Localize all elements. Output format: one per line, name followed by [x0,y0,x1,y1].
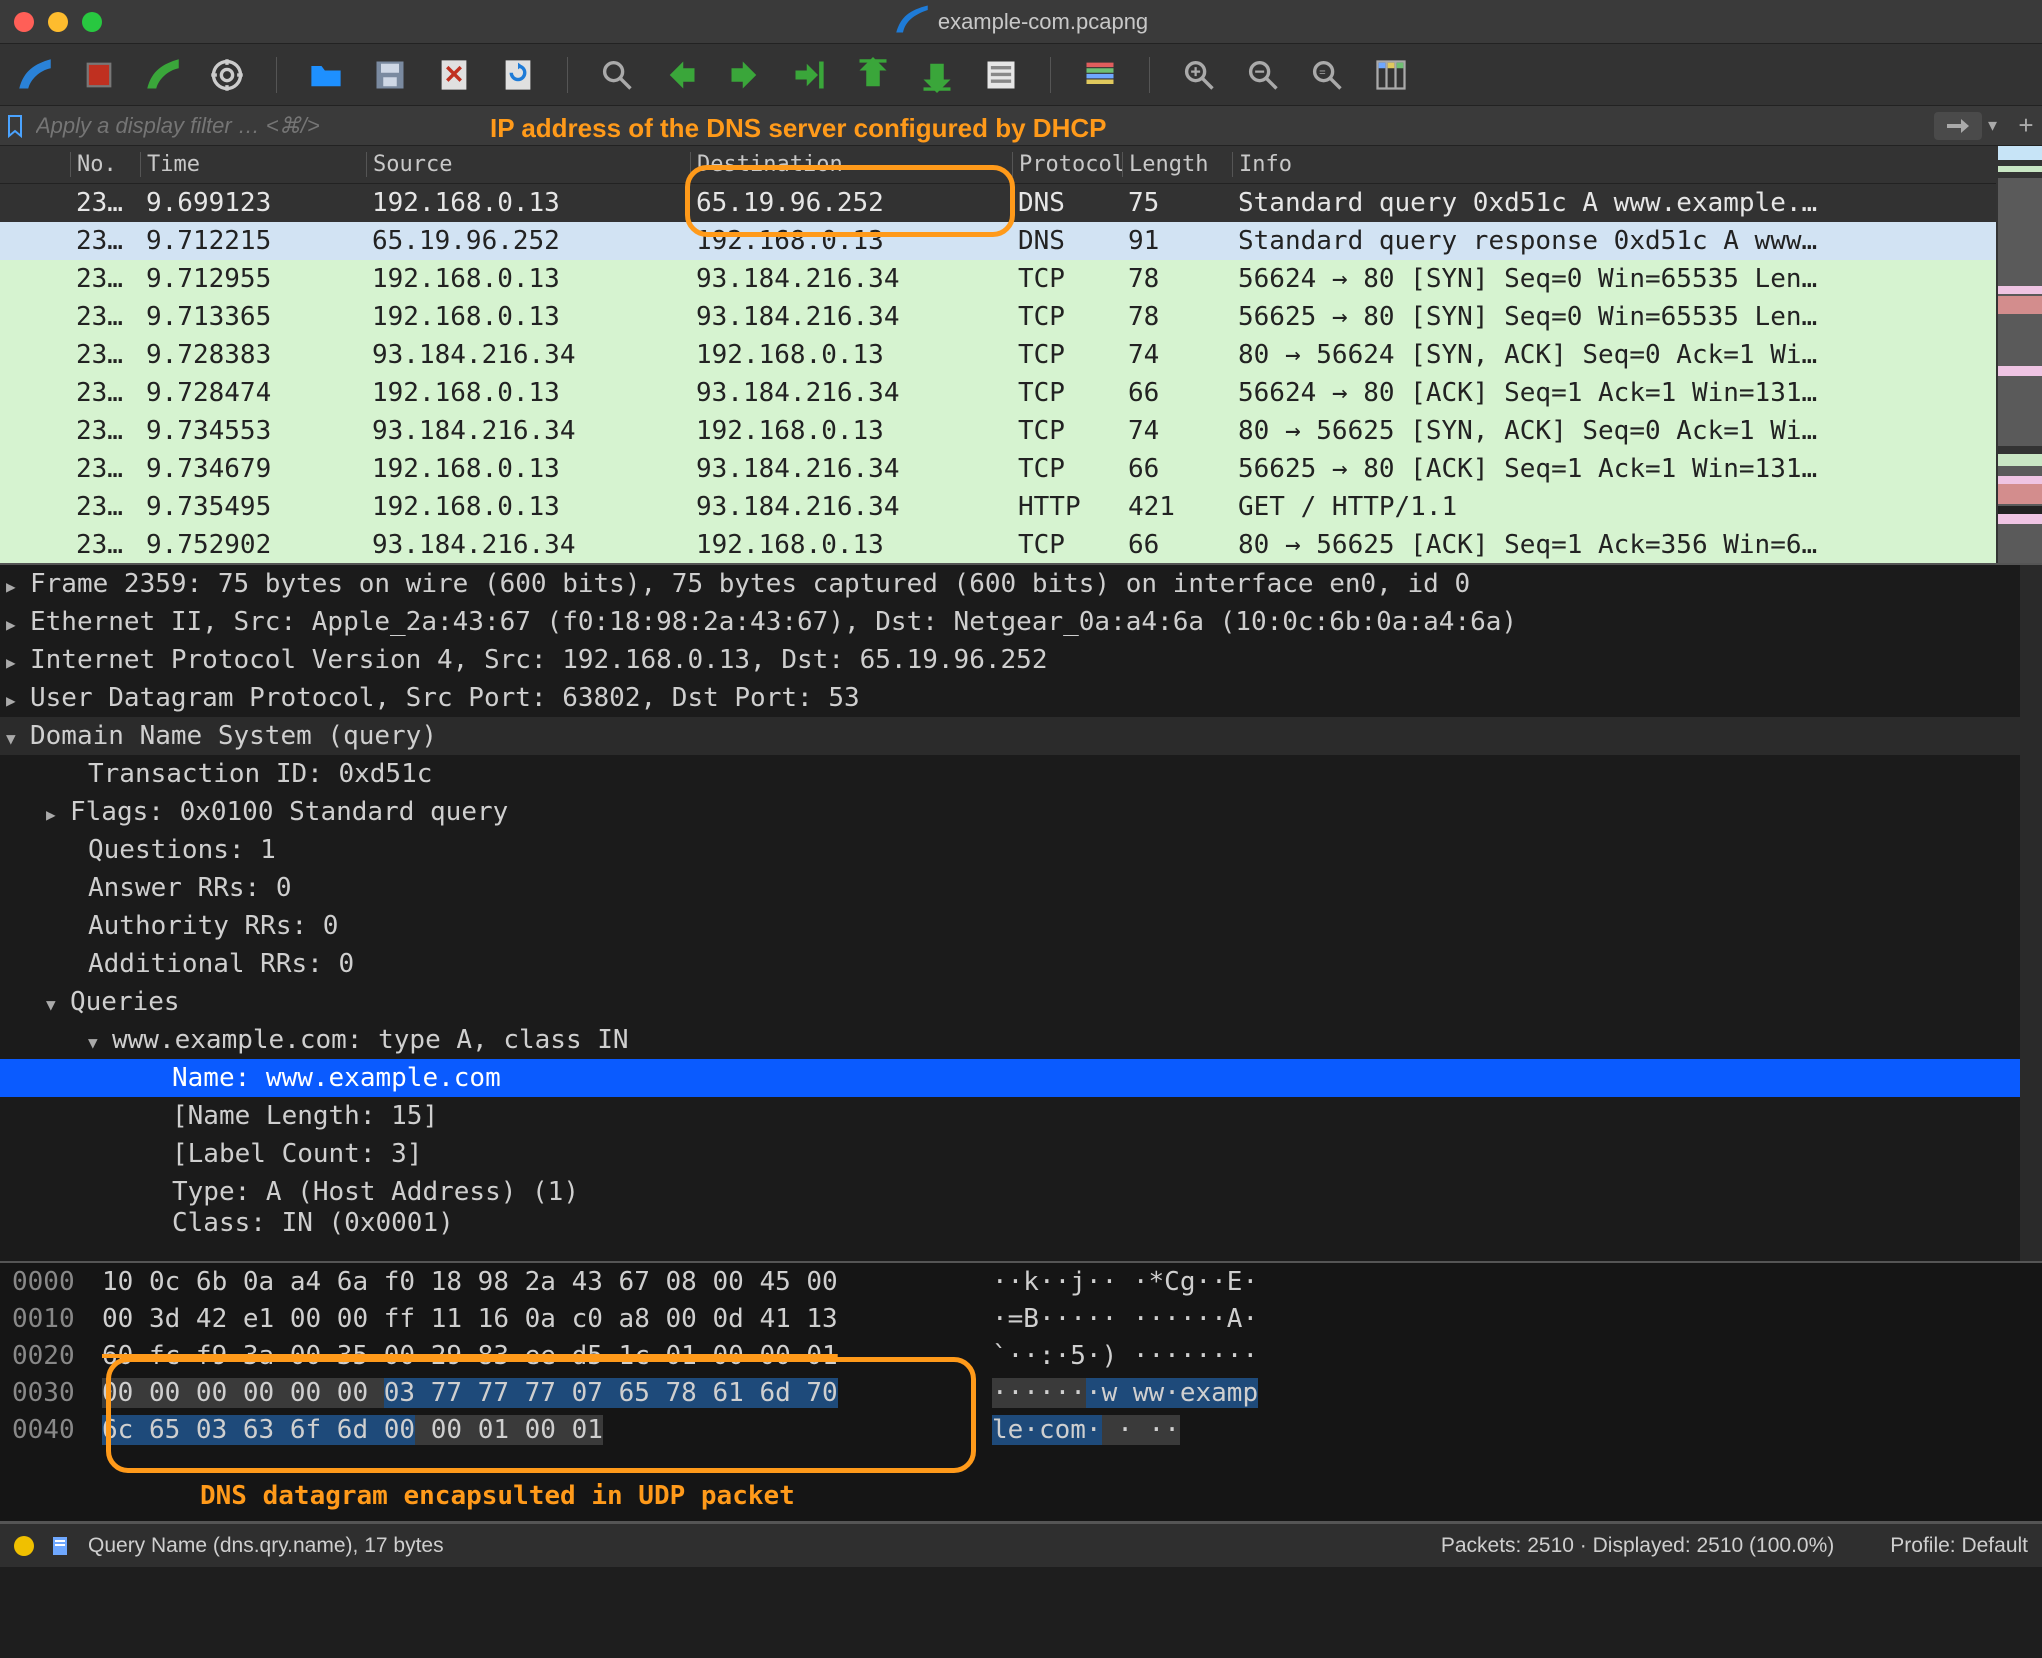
packet-row[interactable]: 23…9.735495192.168.0.1393.184.216.34HTTP… [0,488,1996,526]
window-controls [14,12,102,32]
display-filter-bar: ▾ + [0,106,2042,146]
detail-name[interactable]: Name: www.example.com [0,1059,2042,1097]
packet-row[interactable]: 23…9.699123192.168.0.1365.19.96.252DNS75… [0,184,1996,222]
hex-row[interactable]: 0000 10 0c 6b 0a a4 6a f0 18 98 2a 43 67… [0,1263,2042,1300]
status-bar: Query Name (dns.qry.name), 17 bytes Pack… [0,1523,2042,1567]
window-title: example-com.pcapng [938,9,1148,35]
packet-bytes-pane[interactable]: 0000 10 0c 6b 0a a4 6a f0 18 98 2a 43 67… [0,1263,2042,1523]
packet-list-body[interactable]: 23…9.699123192.168.0.1365.19.96.252DNS75… [0,184,1996,563]
hex-row[interactable]: 0030 00 00 00 00 00 00 03 77 77 77 07 65… [0,1374,2042,1411]
col-length[interactable]: Length [1122,152,1232,177]
packet-minimap[interactable] [1996,146,2042,563]
detail-udp[interactable]: User Datagram Protocol, Src Port: 63802,… [0,679,2042,717]
detail-class[interactable]: Class: IN (0x0001) [0,1211,2042,1235]
detail-answers[interactable]: Answer RRs: 0 [0,869,2042,907]
main-toolbar: = [0,44,2042,106]
capture-options-button[interactable] [206,54,248,96]
start-capture-button[interactable] [14,54,56,96]
col-info[interactable]: Info [1232,152,1996,177]
col-time[interactable]: Time [140,152,366,177]
detail-questions[interactable]: Questions: 1 [0,831,2042,869]
col-destination[interactable]: Destination [690,152,1012,177]
zoom-in-button[interactable] [1178,54,1220,96]
detail-authority[interactable]: Authority RRs: 0 [0,907,2042,945]
go-forward-button[interactable] [724,54,766,96]
packet-row[interactable]: 23…9.72838393.184.216.34192.168.0.13TCP7… [0,336,1996,374]
reload-file-button[interactable] [497,54,539,96]
capture-file-properties-icon[interactable] [50,1535,72,1557]
detail-flags[interactable]: Flags: 0x0100 Standard query [0,793,2042,831]
zoom-window-button[interactable] [82,12,102,32]
detail-ethernet[interactable]: Ethernet II, Src: Apple_2a:43:67 (f0:18:… [0,603,2042,641]
detail-frame[interactable]: Frame 2359: 75 bytes on wire (600 bits),… [0,565,2042,603]
toolbar-divider [1149,57,1150,93]
go-to-packet-button[interactable] [788,54,830,96]
packet-row[interactable]: 23…9.73455393.184.216.34192.168.0.13TCP7… [0,412,1996,450]
hex-row[interactable]: 0010 00 3d 42 e1 00 00 ff 11 16 0a c0 a8… [0,1300,2042,1337]
detail-txid[interactable]: Transaction ID: 0xd51c [0,755,2042,793]
display-filter-input[interactable] [30,113,1928,139]
detail-query-item[interactable]: www.example.com: type A, class IN [0,1021,2042,1059]
packet-details-pane[interactable]: Frame 2359: 75 bytes on wire (600 bits),… [0,563,2042,1263]
title-bar: example-com.pcapng [0,0,2042,44]
save-file-button[interactable] [369,54,411,96]
hex-row[interactable]: 0040 6c 65 03 63 6f 6d 00 00 01 00 01 le… [0,1411,2042,1448]
packet-row[interactable]: 23…9.75290293.184.216.34192.168.0.13TCP6… [0,526,1996,563]
expert-info-icon[interactable] [14,1536,34,1556]
packet-list-columns[interactable]: No. Time Source Destination Protocol Len… [0,146,1996,184]
close-window-button[interactable] [14,12,34,32]
packet-row[interactable]: 23…9.734679192.168.0.1393.184.216.34TCP6… [0,450,1996,488]
filter-history-dropdown[interactable]: ▾ [1988,115,2004,136]
go-to-last-button[interactable] [916,54,958,96]
packet-row[interactable]: 23…9.712955192.168.0.1393.184.216.34TCP7… [0,260,1996,298]
toolbar-divider [1050,57,1051,93]
packet-list-pane[interactable]: No. Time Source Destination Protocol Len… [0,146,1996,563]
minimize-window-button[interactable] [48,12,68,32]
packet-row[interactable]: 23…9.71221565.19.96.252192.168.0.13DNS91… [0,222,1996,260]
detail-additional[interactable]: Additional RRs: 0 [0,945,2042,983]
status-field-info: Query Name (dns.qry.name), 17 bytes [88,1534,1425,1558]
open-file-button[interactable] [305,54,347,96]
resize-columns-button[interactable] [1370,54,1412,96]
status-profile[interactable]: Profile: Default [1890,1534,2028,1558]
col-protocol[interactable]: Protocol [1012,152,1122,177]
toolbar-divider [276,57,277,93]
stop-capture-button[interactable] [78,54,120,96]
packet-row[interactable]: 23…9.713365192.168.0.1393.184.216.34TCP7… [0,298,1996,336]
filter-apply-button[interactable] [1934,112,1982,140]
annotation-dns-udp: DNS datagram encapsulted in UDP packet [200,1481,795,1511]
detail-label-count[interactable]: [Label Count: 3] [0,1135,2042,1173]
zoom-reset-button[interactable]: = [1306,54,1348,96]
hex-row[interactable]: 0020 60 fc f9 3a 00 35 00 29 83 ee d5 1c… [0,1337,2042,1374]
detail-dns[interactable]: Domain Name System (query) [0,717,2042,755]
go-to-first-button[interactable] [852,54,894,96]
wireshark-fin-icon [894,1,930,43]
zoom-out-button[interactable] [1242,54,1284,96]
detail-type[interactable]: Type: A (Host Address) (1) [0,1173,2042,1211]
go-back-button[interactable] [660,54,702,96]
detail-queries[interactable]: Queries [0,983,2042,1021]
close-file-button[interactable] [433,54,475,96]
svg-text:=: = [1319,67,1326,79]
filter-bookmark-icon[interactable] [0,114,30,138]
status-packet-count: Packets: 2510 · Displayed: 2510 (100.0%) [1441,1534,1834,1558]
col-no[interactable]: No. [70,152,140,177]
detail-ip[interactable]: Internet Protocol Version 4, Src: 192.16… [0,641,2042,679]
detail-name-length[interactable]: [Name Length: 15] [0,1097,2042,1135]
find-packet-button[interactable] [596,54,638,96]
restart-capture-button[interactable] [142,54,184,96]
toolbar-divider [567,57,568,93]
col-source[interactable]: Source [366,152,690,177]
details-scrollbar[interactable] [2020,565,2042,1261]
packet-row[interactable]: 23…9.728474192.168.0.1393.184.216.34TCP6… [0,374,1996,412]
colorize-button[interactable] [1079,54,1121,96]
auto-scroll-button[interactable] [980,54,1022,96]
add-filter-button[interactable]: + [2010,110,2042,141]
